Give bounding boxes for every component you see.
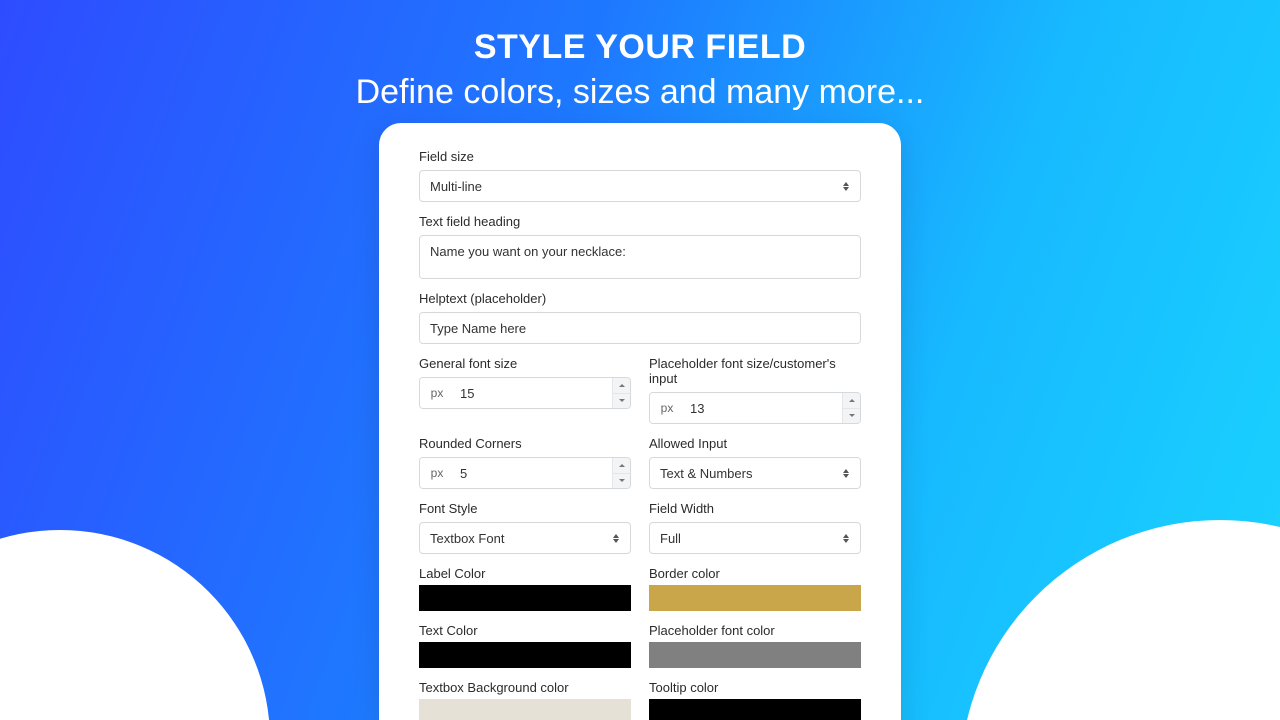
helptext-field: Helptext (placeholder) Type Name here (419, 291, 861, 344)
spinner-up-icon[interactable] (613, 378, 630, 394)
tooltip-color-label: Tooltip color (649, 680, 861, 695)
spinner-down-icon[interactable] (613, 394, 630, 409)
text-heading-field: Text field heading Name you want on your… (419, 214, 861, 279)
placeholder-font-color-swatch[interactable] (649, 642, 861, 668)
textbox-bg-color-field: Textbox Background color (419, 680, 631, 720)
placeholder-font-color-label: Placeholder font color (649, 623, 861, 638)
spinner-up-icon[interactable] (613, 458, 630, 474)
text-heading-value: Name you want on your necklace: (430, 244, 850, 259)
rounded-corners-field: Rounded Corners px 5 (419, 436, 631, 489)
field-width-select[interactable]: Full (649, 522, 861, 554)
font-style-label: Font Style (419, 501, 631, 516)
spinner-buttons[interactable] (612, 458, 630, 488)
select-caret-icon (612, 534, 620, 543)
border-color-field: Border color (649, 566, 861, 611)
hero: STYLE YOUR FIELD Define colors, sizes an… (0, 28, 1280, 112)
label-color-swatch[interactable] (419, 585, 631, 611)
placeholder-font-size-label: Placeholder font size/customer's input (649, 356, 861, 386)
settings-card: Field size Multi-line Text field heading… (379, 123, 901, 720)
hero-subtitle: Define colors, sizes and many more... (0, 73, 1280, 112)
tooltip-color-field: Tooltip color (649, 680, 861, 720)
general-font-size-input[interactable]: px 15 (419, 377, 631, 409)
rounded-corners-label: Rounded Corners (419, 436, 631, 451)
select-caret-icon (842, 534, 850, 543)
spinner-up-icon[interactable] (843, 393, 860, 409)
spinner-down-icon[interactable] (613, 474, 630, 489)
border-color-swatch[interactable] (649, 585, 861, 611)
font-style-field: Font Style Textbox Font (419, 501, 631, 554)
field-width-label: Field Width (649, 501, 861, 516)
general-font-size-value: 15 (454, 378, 612, 408)
unit-label: px (420, 378, 454, 408)
select-caret-icon (842, 182, 850, 191)
general-font-size-label: General font size (419, 356, 631, 371)
textbox-bg-color-label: Textbox Background color (419, 680, 631, 695)
general-font-size-field: General font size px 15 (419, 356, 631, 424)
helptext-value: Type Name here (430, 321, 850, 336)
placeholder-font-color-field: Placeholder font color (649, 623, 861, 668)
text-heading-input[interactable]: Name you want on your necklace: (419, 235, 861, 279)
unit-label: px (420, 458, 454, 488)
field-width-field: Field Width Full (649, 501, 861, 554)
select-caret-icon (842, 469, 850, 478)
allowed-input-select[interactable]: Text & Numbers (649, 457, 861, 489)
field-size-field: Field size Multi-line (419, 149, 861, 202)
text-color-swatch[interactable] (419, 642, 631, 668)
allowed-input-field: Allowed Input Text & Numbers (649, 436, 861, 489)
page-background: STYLE YOUR FIELD Define colors, sizes an… (0, 0, 1280, 720)
hero-title: STYLE YOUR FIELD (0, 28, 1280, 67)
textbox-bg-color-swatch[interactable] (419, 699, 631, 720)
spinner-buttons[interactable] (842, 393, 860, 423)
spinner-buttons[interactable] (612, 378, 630, 408)
field-size-value: Multi-line (430, 179, 842, 194)
field-size-select[interactable]: Multi-line (419, 170, 861, 202)
placeholder-font-size-input[interactable]: px 13 (649, 392, 861, 424)
text-color-label: Text Color (419, 623, 631, 638)
rounded-corners-input[interactable]: px 5 (419, 457, 631, 489)
font-style-select[interactable]: Textbox Font (419, 522, 631, 554)
label-color-label: Label Color (419, 566, 631, 581)
allowed-input-label: Allowed Input (649, 436, 861, 451)
font-style-value: Textbox Font (430, 531, 612, 546)
field-width-value: Full (660, 531, 842, 546)
allowed-input-value: Text & Numbers (660, 466, 842, 481)
helptext-label: Helptext (placeholder) (419, 291, 861, 306)
spinner-down-icon[interactable] (843, 409, 860, 424)
text-heading-label: Text field heading (419, 214, 861, 229)
rounded-corners-value: 5 (454, 458, 612, 488)
text-color-field: Text Color (419, 623, 631, 668)
field-size-label: Field size (419, 149, 861, 164)
border-color-label: Border color (649, 566, 861, 581)
placeholder-font-size-field: Placeholder font size/customer's input p… (649, 356, 861, 424)
tooltip-color-swatch[interactable] (649, 699, 861, 720)
decorative-circle (960, 520, 1280, 720)
unit-label: px (650, 393, 684, 423)
helptext-input[interactable]: Type Name here (419, 312, 861, 344)
decorative-circle (0, 530, 270, 720)
label-color-field: Label Color (419, 566, 631, 611)
placeholder-font-size-value: 13 (684, 393, 842, 423)
